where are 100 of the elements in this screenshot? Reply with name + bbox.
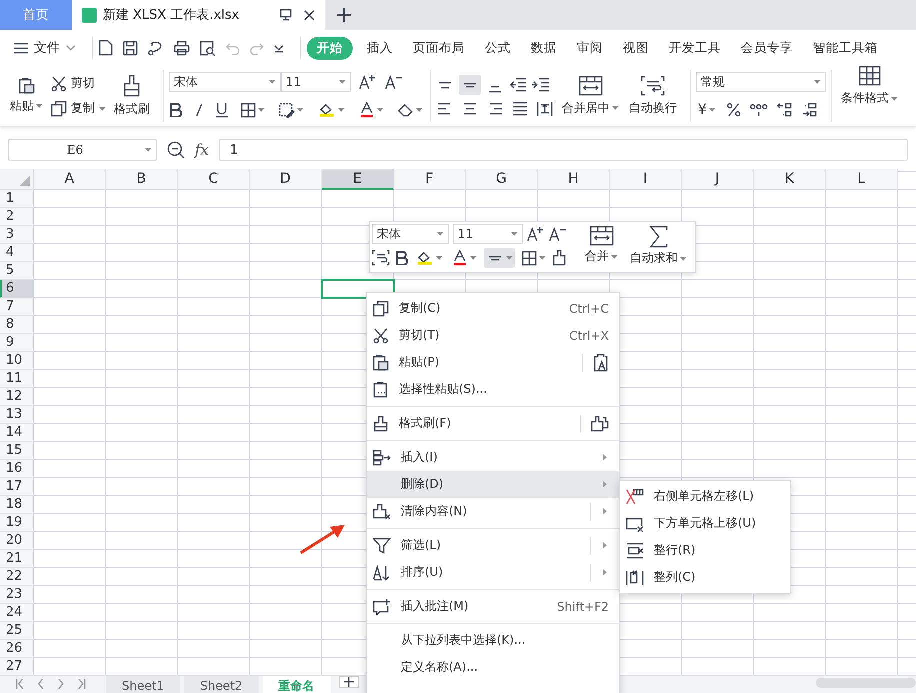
menu-item[interactable]: 筛选(L) [367,532,619,559]
font-name-dropdown[interactable]: 宋体 [372,224,449,244]
brush-icon [553,250,567,266]
ribbon-tab[interactable]: 开发工具 [663,36,727,60]
formula-input[interactable]: 1 [219,139,908,161]
currency-symbol[interactable]: ¥ [698,102,707,118]
ribbon-tab[interactable]: 公式 [479,36,517,60]
sheet-tab[interactable]: Sheet2 [184,676,259,693]
row-header[interactable]: 8 [0,316,34,334]
sheet-tab[interactable]: Sheet1 [106,676,180,693]
menu-item[interactable]: 从下拉列表中选择(K)... [367,627,619,654]
row-header[interactable]: 12 [0,388,34,406]
menu-item[interactable]: 排序(U) [367,559,619,586]
autosum-button[interactable]: 自动求和 [624,224,693,270]
menu-item[interactable]: 插入批注(M) Shift+F2 [367,593,619,620]
row-header[interactable]: 26 [0,640,34,658]
ribbon-tab[interactable]: 数据 [525,36,563,60]
row-header[interactable]: 10 [0,352,34,370]
font-size-dropdown[interactable]: 11 [453,224,523,244]
paste-button[interactable]: 粘贴 [6,78,47,114]
name-box[interactable]: E6 [8,139,157,161]
row-header[interactable]: 5 [0,262,34,280]
menu-item[interactable]: 删除(D) [367,471,619,498]
row-header[interactable]: 2 [0,208,34,226]
row-header[interactable]: 25 [0,622,34,640]
row-header[interactable]: 22 [0,568,34,586]
submenu-arrow-icon [603,508,607,515]
row-header[interactable]: 1 [0,190,34,208]
menu-item[interactable]: 下方单元格上移(U) [620,510,790,537]
menu-item[interactable]: 定义名称(A)... [367,654,619,681]
row-header[interactable]: 19 [0,514,34,532]
row-header[interactable]: 16 [0,460,34,478]
align-middle-button[interactable] [484,248,515,268]
insert-function-button[interactable]: fx [195,141,210,159]
menu-item[interactable]: 选择性粘贴(S)... [367,376,619,403]
column-header[interactable]: G [466,169,538,190]
column-header[interactable]: F [394,169,466,190]
align-middle-button[interactable] [459,75,481,95]
row-header[interactable]: 27 [0,658,34,675]
caret-icon [258,108,265,112]
menu-item[interactable]: 清除内容(N) [367,498,619,525]
merge-center-button[interactable]: 合并居中 [558,76,623,116]
merge-button[interactable]: 合并 [579,224,624,270]
decrease-indent-icon [509,77,527,93]
column-header[interactable]: E [322,169,394,190]
row-header[interactable]: 15 [0,442,34,460]
row-header[interactable]: 24 [0,604,34,622]
ribbon-tab[interactable]: 智能工具箱 [807,36,884,60]
format-painter-button[interactable]: 格式刷 [110,74,154,118]
column-header[interactable]: L [826,169,898,190]
caret-icon [470,256,477,260]
font-color-icon [452,250,468,266]
menu-icon [14,42,28,54]
ribbon-tab[interactable]: 审阅 [571,36,609,60]
row-header[interactable]: 17 [0,478,34,496]
number-format-dropdown[interactable]: 常规 [696,72,826,92]
row-header[interactable]: 18 [0,496,34,514]
row-header[interactable]: 6 [0,280,34,298]
row-header[interactable]: 11 [0,370,34,388]
column-header[interactable]: C [178,169,250,190]
row-header[interactable]: 7 [0,298,34,316]
ribbon-tab[interactable]: 页面布局 [407,36,471,60]
row-header[interactable]: 9 [0,334,34,352]
column-header[interactable]: H [538,169,610,190]
conditional-format-button[interactable]: 条件格式 [837,66,902,126]
row-header[interactable]: 21 [0,550,34,568]
column-header[interactable]: A [34,169,106,190]
menu-item[interactable]: 复制(C) Ctrl+C [367,295,619,322]
column-header[interactable]: K [754,169,826,190]
copy-button[interactable]: 复制 [51,100,106,117]
wrap-text-button[interactable]: 自动换行 [625,76,681,116]
menu-item[interactable]: 插入(I) [367,444,619,471]
column-header[interactable]: I [610,169,682,190]
row-header[interactable]: 13 [0,406,34,424]
column-header[interactable]: D [250,169,322,190]
row-header[interactable]: 4 [0,244,34,262]
add-sheet-icon[interactable] [338,676,359,688]
ribbon-tab[interactable]: 会员专享 [735,36,799,60]
row-header[interactable]: 3 [0,226,34,244]
sum-icon [648,226,668,248]
ribbon-tab[interactable]: 插入 [361,36,399,60]
row-header[interactable]: 20 [0,532,34,550]
menu-item[interactable]: 右侧单元格左移(L) [620,483,790,510]
font-name-dropdown[interactable]: 宋体 [169,72,281,92]
row-header[interactable]: 14 [0,424,34,442]
ribbon-tab[interactable]: 视图 [617,36,655,60]
document-tab[interactable]: 新建 XLSX 工作表.xlsx [72,0,325,30]
menu-item[interactable]: 剪切(T) Ctrl+X [367,322,619,349]
menu-item[interactable]: 格式刷(F) [367,410,619,437]
font-size-dropdown[interactable]: 11 [281,72,351,92]
cut-button[interactable]: 剪切 [51,75,106,92]
row-header[interactable]: 23 [0,586,34,604]
file-menu[interactable]: 文件 [14,39,76,57]
column-header[interactable]: B [106,169,178,190]
menu-item[interactable]: 整列(C) [620,564,790,591]
menu-item[interactable]: 整行(R) [620,537,790,564]
column-header[interactable]: J [682,169,754,190]
caret-icon [539,256,546,260]
caret-icon [611,254,618,258]
menu-item[interactable]: 粘贴(P) [367,349,619,376]
